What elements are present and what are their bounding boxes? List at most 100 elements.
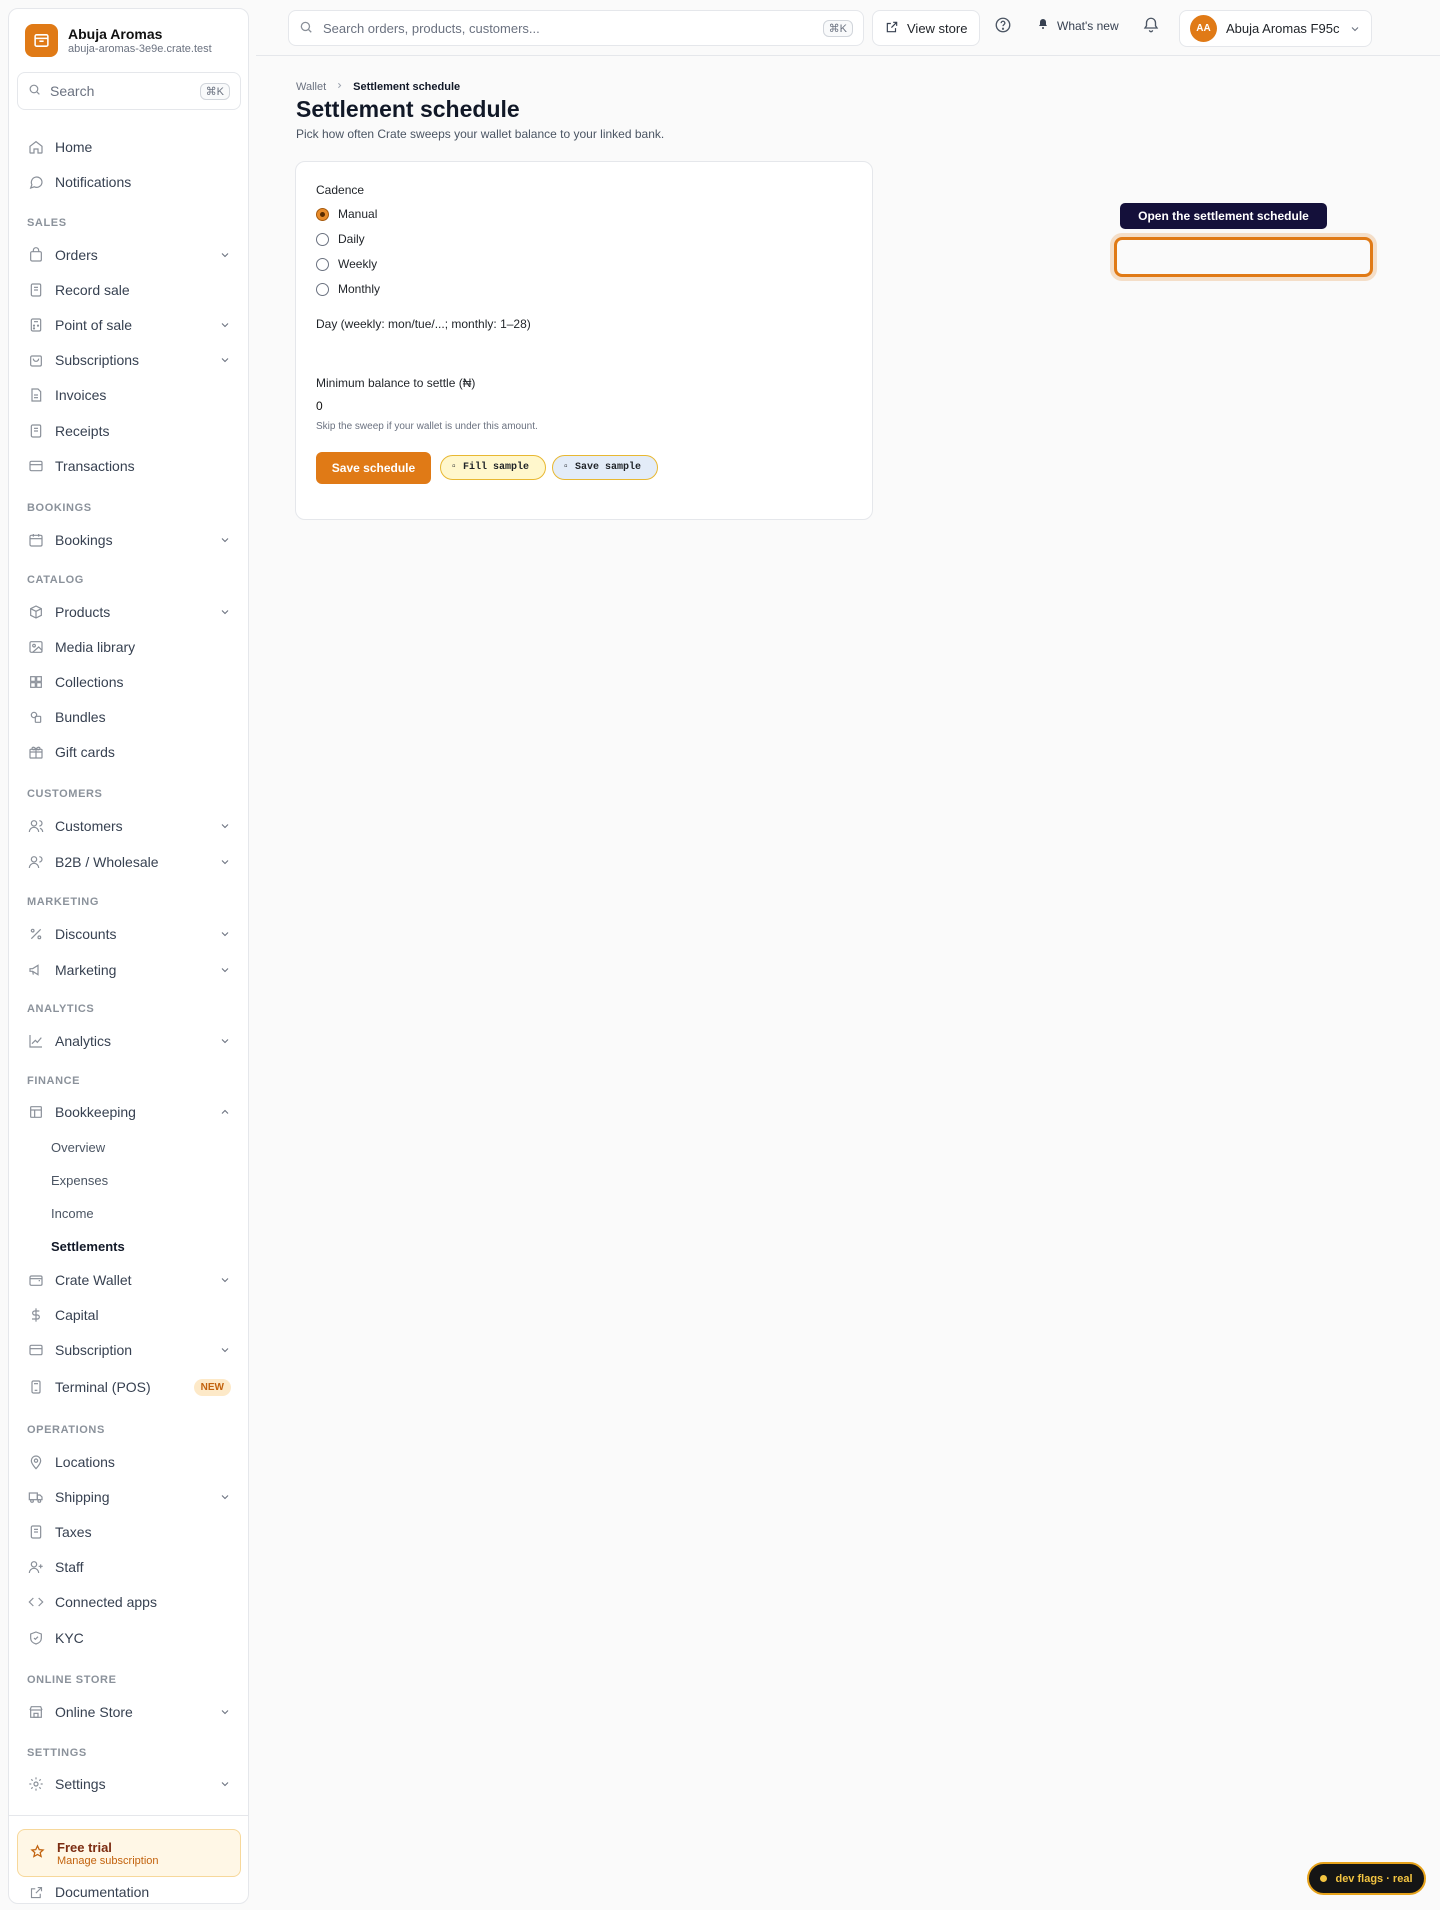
sidebar-item-record-sale[interactable]: Record sale bbox=[17, 275, 241, 305]
sidebar-item-invoices[interactable]: Invoices bbox=[17, 380, 241, 410]
chevron-down-icon bbox=[219, 928, 231, 940]
sidebar-item-media-library[interactable]: Media library bbox=[17, 632, 241, 662]
sidebar-item-online-store[interactable]: Online Store bbox=[17, 1697, 241, 1727]
help-icon[interactable] bbox=[994, 16, 1012, 34]
sidebar-item-bookkeeping[interactable]: Bookkeeping bbox=[17, 1097, 241, 1127]
external-link-icon bbox=[885, 20, 899, 37]
sidebar-item-transactions[interactable]: Transactions bbox=[17, 451, 241, 481]
dev-flags-pill[interactable]: dev flags · real bbox=[1307, 1862, 1426, 1895]
page-subtitle: Pick how often Crate sweeps your wallet … bbox=[296, 127, 665, 141]
radio-unselected[interactable] bbox=[316, 232, 329, 246]
sidebar-item-terminal-pos[interactable]: Terminal (POS) NEW bbox=[17, 1372, 241, 1402]
sidebar-item-bookings[interactable]: Bookings bbox=[17, 525, 241, 555]
home-icon bbox=[27, 138, 45, 156]
store-name: Abuja Aromas bbox=[68, 25, 163, 42]
sidebar-item-marketing[interactable]: Marketing bbox=[17, 955, 241, 985]
sidebar-subitem-expenses[interactable]: Expenses bbox=[51, 1173, 108, 1188]
sidebar-item-gift-cards[interactable]: Gift cards bbox=[17, 737, 241, 767]
sidebar-item-label: Bookkeeping bbox=[55, 1104, 136, 1120]
account-menu[interactable]: AA Abuja Aromas F95c bbox=[1179, 10, 1372, 47]
fill-sample-button[interactable]: ▫ Fill sample bbox=[440, 455, 546, 480]
sidebar-item-staff[interactable]: Staff bbox=[17, 1552, 241, 1582]
sidebar-item-b2b-wholesale[interactable]: B2B / Wholesale bbox=[17, 847, 241, 877]
shield-check-icon bbox=[27, 1629, 45, 1647]
sidebar-item-customers[interactable]: Customers bbox=[17, 811, 241, 841]
cadence-option-daily[interactable]: Daily bbox=[316, 232, 365, 246]
global-search-input[interactable]: Search orders, products, customers... ⌘K bbox=[288, 10, 864, 46]
avatar: AA bbox=[1190, 15, 1217, 42]
breadcrumb-parent[interactable]: Wallet bbox=[296, 81, 326, 93]
radio-selected[interactable] bbox=[316, 207, 329, 221]
sidebar-item-capital[interactable]: Capital bbox=[17, 1300, 241, 1330]
sidebar-item-taxes[interactable]: Taxes bbox=[17, 1517, 241, 1547]
chevron-down-icon bbox=[219, 1274, 231, 1286]
sidebar-item-locations[interactable]: Locations bbox=[17, 1447, 241, 1477]
cadence-option-weekly[interactable]: Weekly bbox=[316, 257, 377, 271]
storefront-icon bbox=[27, 1703, 45, 1721]
sidebar-item-collections[interactable]: Collections bbox=[17, 667, 241, 697]
free-trial-card[interactable]: Free trial Manage subscription bbox=[17, 1829, 241, 1877]
sidebar-item-subscription[interactable]: Subscription bbox=[17, 1335, 241, 1365]
sidebar-item-label: Products bbox=[55, 604, 111, 620]
status-dot-icon bbox=[1320, 1875, 1328, 1882]
sidebar-item-label: Staff bbox=[55, 1559, 84, 1575]
receipt-icon bbox=[27, 1523, 45, 1541]
sidebar-subitem-income[interactable]: Income bbox=[51, 1206, 94, 1221]
sidebar-item-home[interactable]: Home bbox=[17, 132, 241, 162]
min-balance-hint: Skip the sweep if your wallet is under t… bbox=[316, 421, 538, 432]
cadence-option-manual[interactable]: Manual bbox=[316, 207, 377, 221]
sidebar-search[interactable]: Search ⌘K bbox=[17, 72, 241, 110]
bell-filled-icon bbox=[1037, 18, 1049, 33]
sidebar-item-analytics[interactable]: Analytics bbox=[17, 1026, 241, 1056]
radio-unselected[interactable] bbox=[316, 257, 329, 271]
sidebar-item-label: Shipping bbox=[55, 1489, 110, 1505]
cadence-option-monthly[interactable]: Monthly bbox=[316, 282, 380, 296]
manage-subscription-link[interactable]: Manage subscription bbox=[57, 1855, 159, 1867]
chevron-down-icon bbox=[219, 820, 231, 832]
search-shortcut: ⌘K bbox=[822, 19, 853, 37]
day-label: Day (weekly: mon/tue/...; monthly: 1–28) bbox=[316, 317, 531, 331]
square-icon: ▫ bbox=[451, 462, 458, 473]
whats-new-button[interactable]: What's new bbox=[1037, 18, 1119, 33]
sidebar-item-settings[interactable]: Settings bbox=[17, 1769, 241, 1799]
sidebar-item-point-of-sale[interactable]: Point of sale bbox=[17, 310, 241, 340]
sidebar-item-subscriptions[interactable]: Subscriptions bbox=[17, 345, 241, 375]
bundle-icon bbox=[27, 708, 45, 726]
sidebar-item-products[interactable]: Products bbox=[17, 597, 241, 627]
guide-highlight-target[interactable] bbox=[1114, 237, 1373, 277]
new-badge: NEW bbox=[193, 1378, 231, 1396]
code-icon bbox=[27, 1593, 45, 1611]
save-sample-button[interactable]: ▫ Save sample bbox=[552, 455, 658, 480]
sidebar-item-discounts[interactable]: Discounts bbox=[17, 919, 241, 949]
sidebar-item-orders[interactable]: Orders bbox=[17, 240, 241, 270]
sidebar-item-shipping[interactable]: Shipping bbox=[17, 1482, 241, 1512]
sidebar-item-notifications[interactable]: Notifications bbox=[17, 167, 241, 197]
square-icon: ▫ bbox=[563, 462, 570, 473]
sidebar-item-label: Locations bbox=[55, 1454, 115, 1470]
sidebar-item-bundles[interactable]: Bundles bbox=[17, 702, 241, 732]
sidebar-item-documentation[interactable]: Documentation bbox=[17, 1877, 241, 1907]
sidebar-subitem-settlements[interactable]: Settlements bbox=[51, 1239, 125, 1254]
whats-new-label: What's new bbox=[1057, 18, 1119, 33]
sidebar-item-label: Subscriptions bbox=[55, 352, 140, 368]
sidebar-item-label: Marketing bbox=[55, 962, 117, 978]
view-store-button[interactable]: View store bbox=[872, 10, 981, 46]
sidebar-item-receipts[interactable]: Receipts bbox=[17, 416, 241, 446]
brand[interactable]: Abuja Aromas abuja-aromas-3e9e.crate.tes… bbox=[25, 24, 212, 57]
chevron-down-icon bbox=[219, 856, 231, 868]
save-schedule-button[interactable]: Save schedule bbox=[316, 452, 431, 484]
cadence-option-label: Manual bbox=[338, 207, 378, 221]
save-sample-label: Save sample bbox=[575, 462, 642, 473]
section-bookings: BOOKINGS bbox=[27, 502, 92, 514]
sidebar-item-crate-wallet[interactable]: Crate Wallet bbox=[17, 1265, 241, 1295]
chevron-down-icon bbox=[219, 1491, 231, 1503]
radio-unselected[interactable] bbox=[316, 282, 329, 296]
section-sales: SALES bbox=[27, 217, 67, 229]
sidebar-item-connected-apps[interactable]: Connected apps bbox=[17, 1587, 241, 1617]
min-balance-input[interactable]: 0 bbox=[316, 399, 323, 413]
sidebar: Abuja Aromas abuja-aromas-3e9e.crate.tes… bbox=[8, 8, 249, 1904]
notifications-bell-icon[interactable] bbox=[1142, 16, 1160, 34]
sidebar-subitem-overview[interactable]: Overview bbox=[51, 1140, 105, 1155]
map-pin-icon bbox=[27, 1453, 45, 1471]
sidebar-item-kyc[interactable]: KYC bbox=[17, 1623, 241, 1653]
